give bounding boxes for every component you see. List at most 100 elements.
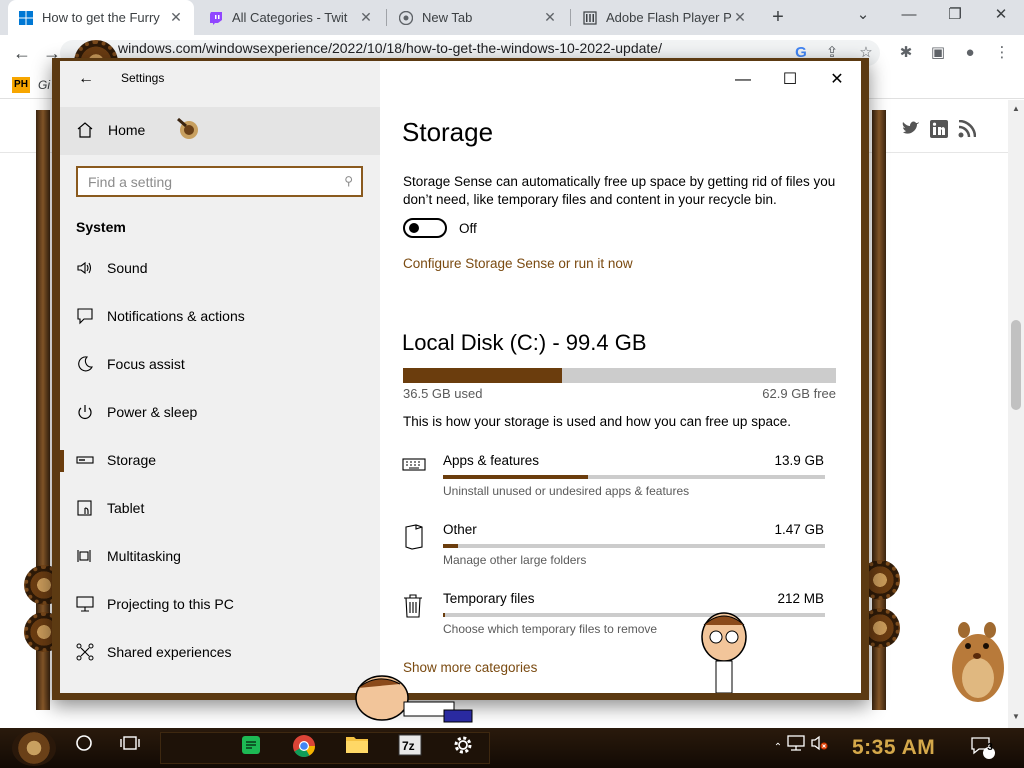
category-apps-features[interactable]: Apps & features 13.9 GB Uninstall unused… xyxy=(402,453,832,513)
category-size: 212 MB xyxy=(777,591,824,606)
close-tab-icon[interactable]: ✕ xyxy=(732,9,748,26)
linkedin-icon[interactable] xyxy=(928,120,950,140)
window-minimize-button[interactable]: — xyxy=(720,67,766,93)
settings-sidebar: ← Settings Home ⚲ System Sound xyxy=(60,61,380,693)
sidebar-item-label: Shared experiences xyxy=(107,644,232,660)
back-arrow-icon[interactable]: ← xyxy=(10,41,34,65)
sidebar-item-sound[interactable]: Sound xyxy=(60,247,380,291)
disk-usage-fill xyxy=(403,368,562,383)
disk-used-label: 36.5 GB used xyxy=(403,386,483,401)
sidebar-item-label: Storage xyxy=(107,452,157,468)
tablet-icon xyxy=(76,499,96,519)
category-usage-fill xyxy=(443,475,589,479)
gear-icon[interactable] xyxy=(449,734,477,762)
category-usage-fill xyxy=(443,544,459,548)
sidebar-item-label: Projecting to this PC xyxy=(107,596,234,612)
category-usage-bar xyxy=(443,613,825,617)
sidebar-item-notifications[interactable]: Notifications & actions xyxy=(60,295,380,339)
storage-sense-toggle[interactable] xyxy=(403,218,447,238)
sidebar-item-projecting[interactable]: Projecting to this PC xyxy=(60,583,380,627)
category-size: 13.9 GB xyxy=(774,453,824,468)
url-text[interactable]: windows.com/windowsexperience/2022/10/18… xyxy=(118,40,662,56)
tab-separator xyxy=(386,9,387,26)
sidebar-item-storage[interactable]: Storage xyxy=(60,439,380,483)
sidebar-item-label: Sound xyxy=(107,260,148,276)
sidebar-item-label: Multitasking xyxy=(107,548,181,564)
chrome-icon[interactable] xyxy=(290,734,318,762)
category-usage-bar xyxy=(443,475,825,479)
close-window-button[interactable]: ✕ xyxy=(978,0,1024,35)
category-name: Temporary files xyxy=(443,591,535,606)
restore-button[interactable]: ❐ xyxy=(932,0,978,35)
tab-title: All Categories - Twit xyxy=(232,10,348,25)
close-tab-icon[interactable]: ✕ xyxy=(358,9,374,26)
new-tab-button[interactable]: + xyxy=(766,4,790,30)
sidebar-item-tablet[interactable]: Tablet xyxy=(60,487,380,531)
share-icon xyxy=(76,643,96,663)
chrome-icon xyxy=(398,10,414,26)
scroll-down-arrow-icon[interactable]: ▼ xyxy=(1008,712,1024,721)
close-tab-icon[interactable]: ✕ xyxy=(168,9,184,26)
configure-storage-sense-link[interactable]: Configure Storage Sense or run it now xyxy=(403,256,633,271)
browser-menu-icon[interactable]: ⋮ xyxy=(992,43,1012,63)
tab-search-icon[interactable]: ⌄ xyxy=(840,0,886,35)
profile-avatar-icon[interactable]: ● xyxy=(960,43,980,63)
svg-text:7z: 7z xyxy=(402,739,415,753)
file-explorer-icon[interactable] xyxy=(343,734,371,762)
back-arrow-icon[interactable]: ← xyxy=(74,67,98,91)
search-icon: ⚲ xyxy=(344,174,353,188)
sidebar-item-power-sleep[interactable]: Power & sleep xyxy=(60,391,380,435)
selection-indicator xyxy=(60,450,64,472)
window-maximize-button[interactable]: ☐ xyxy=(767,67,813,93)
notes-app-icon[interactable] xyxy=(237,734,265,762)
category-description: Uninstall unused or undesired apps & fea… xyxy=(443,484,690,498)
sidebar-item-focus-assist[interactable]: Focus assist xyxy=(60,343,380,387)
storage-usage-note: This is how your storage is used and how… xyxy=(403,414,791,429)
bookmark-badge[interactable]: PH xyxy=(12,77,30,93)
hamster-mascot xyxy=(944,606,1008,706)
tab-adobe-flash[interactable]: Adobe Flash Player Pr ✕ xyxy=(572,0,758,35)
storage-sense-description: Storage Sense can automatically free up … xyxy=(403,174,836,207)
taskbar: 7z ⌃ 5:35 AM 3 xyxy=(0,728,1024,768)
side-panel-icon[interactable]: ▣ xyxy=(928,43,948,63)
rss-icon[interactable] xyxy=(956,119,978,140)
tab-windows-article[interactable]: How to get the Furry ✕ xyxy=(8,0,194,35)
scroll-up-arrow-icon[interactable]: ▲ xyxy=(1008,104,1024,113)
taskbar-apps-panel xyxy=(160,732,490,764)
multitasking-icon xyxy=(76,547,96,567)
disk-usage-bar xyxy=(403,368,836,383)
tab-new-tab[interactable]: New Tab ✕ xyxy=(388,0,568,35)
category-name: Apps & features xyxy=(443,453,540,468)
keyboard-icon xyxy=(402,455,428,481)
bookmark-label[interactable]: Gi xyxy=(38,78,50,92)
category-temporary-files[interactable]: Temporary files 212 MB Choose which temp… xyxy=(402,591,832,651)
7zip-icon[interactable]: 7z xyxy=(396,734,424,762)
page-title: Storage xyxy=(402,117,494,147)
task-view-icon[interactable] xyxy=(116,734,144,762)
page-scrollbar[interactable]: ▲ ▼ xyxy=(1008,100,1024,728)
tab-twitch[interactable]: All Categories - Twit ✕ xyxy=(198,0,384,35)
category-other[interactable]: Other 1.47 GB Manage other large folders xyxy=(402,522,832,582)
volume-muted-icon[interactable] xyxy=(806,734,834,762)
sidebar-item-home[interactable]: Home xyxy=(60,107,380,155)
folder-icon xyxy=(402,524,428,550)
sidebar-item-label: Tablet xyxy=(107,500,145,516)
settings-app-title: Settings xyxy=(121,71,165,85)
close-tab-icon[interactable]: ✕ xyxy=(542,9,558,26)
find-setting-search[interactable]: ⚲ xyxy=(76,166,363,197)
minimize-button[interactable]: — xyxy=(886,0,932,35)
start-button[interactable] xyxy=(12,730,56,766)
search-circle-icon[interactable] xyxy=(70,734,98,762)
window-close-button[interactable]: ✕ xyxy=(814,67,860,93)
search-input[interactable] xyxy=(78,168,328,195)
category-usage-fill xyxy=(443,613,446,617)
speaker-icon xyxy=(76,259,96,279)
extensions-icon[interactable]: ✱ xyxy=(896,43,916,63)
tab-title: How to get the Furry xyxy=(42,10,160,25)
taskbar-clock[interactable]: 5:35 AM xyxy=(852,736,935,760)
sidebar-item-shared-experiences[interactable]: Shared experiences xyxy=(60,631,380,675)
sidebar-item-multitasking[interactable]: Multitasking xyxy=(60,535,380,579)
scroll-thumb[interactable] xyxy=(1011,320,1021,410)
tab-separator xyxy=(570,9,571,26)
twitter-icon[interactable] xyxy=(900,120,922,140)
